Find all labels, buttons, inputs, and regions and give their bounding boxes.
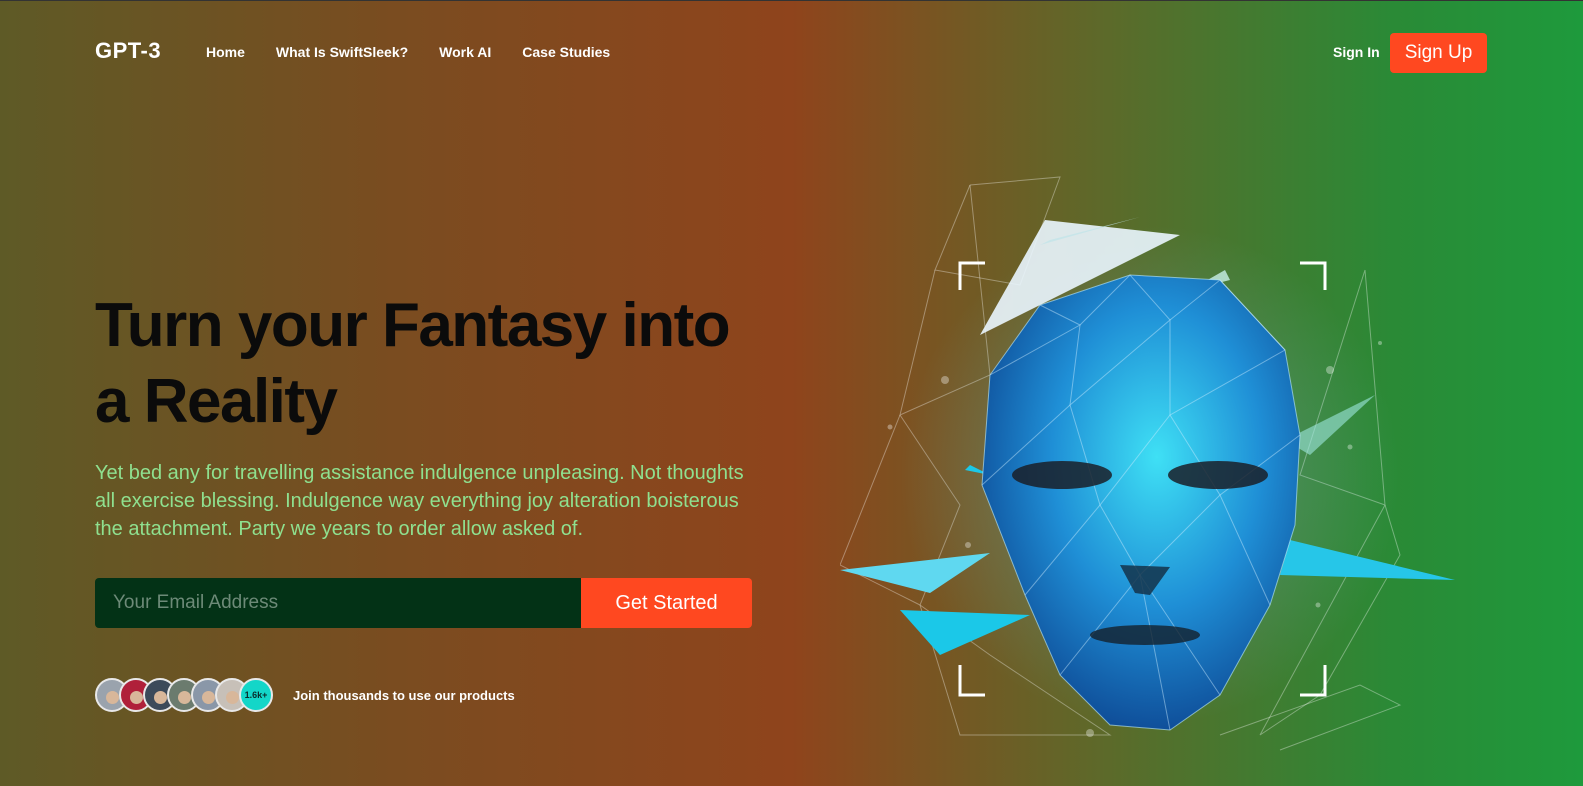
email-field[interactable] xyxy=(95,578,581,628)
nav-home-link[interactable]: Home xyxy=(206,44,245,60)
sign-up-button[interactable]: Sign Up xyxy=(1390,33,1487,73)
nav-work-ai-link[interactable]: Work AI xyxy=(439,44,491,60)
email-signup-form: Get Started xyxy=(95,578,752,628)
hero-title-line2: a Reality xyxy=(95,367,338,436)
get-started-button[interactable]: Get Started xyxy=(581,578,752,628)
ai-face-illustration xyxy=(840,176,1455,751)
avatar-group: 1.6k+ xyxy=(95,678,273,712)
logo[interactable]: GPT-3 xyxy=(95,38,161,64)
navbar: GPT-3 Home What Is SwiftSleek? Work AI C… xyxy=(0,0,1583,106)
nav-case-studies-link[interactable]: Case Studies xyxy=(522,44,610,60)
sign-in-link[interactable]: Sign In xyxy=(1333,44,1380,60)
hero-description: Yet bed any for travelling assistance in… xyxy=(95,462,744,540)
join-text: Join thousands to use our products xyxy=(293,688,515,703)
nav-links: Home What Is SwiftSleek? Work AI Case St… xyxy=(206,44,610,60)
nav-what-is-link[interactable]: What Is SwiftSleek? xyxy=(276,44,408,60)
hero-title: Turn your Fantasy into a Reality xyxy=(95,288,775,440)
hero-title-line1: Turn your Fantasy into xyxy=(95,291,731,360)
avatar-count-badge: 1.6k+ xyxy=(239,678,273,712)
